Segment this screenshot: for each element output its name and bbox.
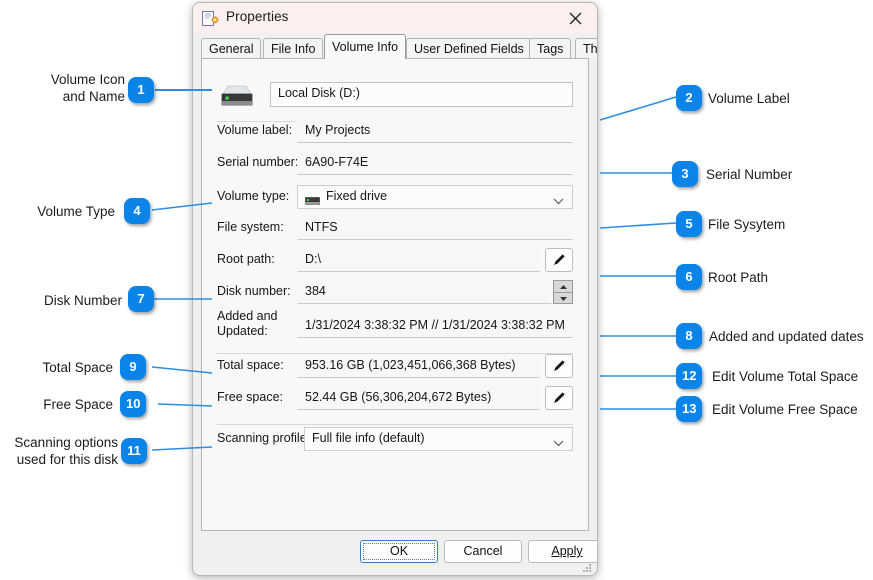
added-updated-label: Added and Updated: [217,309,277,339]
annotation-label-1: Volume Icon and Name [0,71,125,105]
callout-badge-12[interactable]: 12 [676,363,702,389]
chevron-down-icon [553,194,564,208]
root-path-label: Root path: [217,252,275,266]
added-updated-input[interactable]: 1/31/2024 3:38:32 PM // 1/31/2024 3:38:3… [297,314,573,338]
disk-number-label: Disk number: [217,284,291,298]
dialog-titlebar: Properties [193,3,597,34]
pencil-icon [552,253,566,267]
scanning-profile-label: Scanning profile: [217,431,310,445]
file-system-label: File system: [217,220,284,234]
close-icon[interactable] [553,3,597,33]
annotation-label-3: Serial Number [706,166,792,183]
callout-badge-13[interactable]: 13 [676,396,702,422]
callout-badge-9[interactable]: 9 [120,354,146,380]
callout-badge-2[interactable]: 2 [676,85,702,111]
annotation-label-4: Volume Type [0,203,115,220]
annotation-label-5: File Sysytem [708,216,785,233]
cancel-button[interactable]: Cancel [444,540,522,563]
free-space-label: Free space: [217,390,283,404]
volume-type-label: Volume type: [217,189,289,203]
tab-file-info[interactable]: File Info [263,38,323,59]
callout-badge-5[interactable]: 5 [676,211,702,237]
callout-badge-10[interactable]: 10 [120,391,146,417]
annotation-label-8: Added and updated dates [709,328,864,345]
callout-badge-3[interactable]: 3 [672,161,698,187]
volume-info-panel: Local Disk (D:) Volume label: My Project… [201,58,589,531]
edit-free-space-button[interactable] [545,386,573,410]
disk-number-input[interactable]: 384 [297,280,552,304]
dialog-title: Properties [226,9,289,24]
serial-number-label: Serial number: [217,155,298,169]
tab-strip: General File Info Volume Info User Defin… [193,33,597,59]
dialog-footer: OK Cancel Apply [193,531,597,575]
callout-badge-11[interactable]: 11 [121,438,147,464]
mini-drive-icon [305,194,320,202]
resize-grip-icon[interactable] [581,560,592,571]
chevron-down-icon [553,436,564,450]
annotation-label-6: Root Path [708,269,768,286]
annotation-label-9: Total Space [0,359,113,376]
edit-root-path-button[interactable] [545,248,573,272]
serial-number-input[interactable]: 6A90-F74E [297,151,573,175]
pencil-icon [552,391,566,405]
free-space-input[interactable]: 52.44 GB (56,306,204,672 Bytes) [297,386,540,410]
callout-badge-1[interactable]: 1 [128,77,154,103]
added-updated-label-line1: Added and [217,309,277,323]
volume-name-input[interactable]: Local Disk (D:) [270,82,573,107]
root-path-input[interactable]: D:\ [297,248,540,272]
tab-tags[interactable]: Tags [529,38,571,59]
annotation-label-7: Disk Number [0,292,122,309]
annotation-label-10: Free Space [0,396,113,413]
hard-disk-icon [217,84,257,110]
annotation-label-13: Edit Volume Free Space [712,401,858,418]
tab-general[interactable]: General [201,38,261,59]
tab-volume-info[interactable]: Volume Info [324,34,406,59]
ok-button-label: OK [363,543,435,560]
properties-gear-icon [202,10,219,27]
volume-type-select[interactable]: Fixed drive [297,185,573,209]
tab-user-defined-fields[interactable]: User Defined Fields [406,38,532,59]
stepper-down-icon[interactable] [554,293,572,304]
callout-badge-6[interactable]: 6 [676,264,702,290]
properties-dialog: Properties General File Info Volume Info… [192,2,598,576]
annotation-label-11: Scanning options used for this disk [0,434,118,468]
volume-type-value: Fixed drive [326,189,387,203]
volume-label-input[interactable]: My Projects [297,119,573,143]
scanning-profile-value: Full file info (default) [312,431,425,445]
file-system-input[interactable]: NTFS [297,216,573,240]
apply-button-label: Apply [551,544,582,558]
volume-label-label: Volume label: [217,123,292,137]
callout-badge-4[interactable]: 4 [124,198,150,224]
stepper-up-icon[interactable] [554,281,572,293]
annotation-label-2: Volume Label [708,90,790,107]
divider-bottom [217,424,573,425]
ok-button[interactable]: OK [360,540,438,563]
added-updated-label-line2: Updated: [217,324,268,338]
pencil-icon [552,359,566,373]
disk-number-stepper[interactable] [553,280,573,304]
callout-badge-7[interactable]: 7 [128,286,154,312]
tab-thumbnail[interactable]: Thumbnail [575,38,598,59]
annotation-label-12: Edit Volume Total Space [712,368,858,385]
total-space-input[interactable]: 953.16 GB (1,023,451,066,368 Bytes) [297,354,540,378]
scanning-profile-select[interactable]: Full file info (default) [304,427,573,451]
edit-total-space-button[interactable] [545,354,573,378]
callout-badge-8[interactable]: 8 [676,323,702,349]
total-space-label: Total space: [217,358,284,372]
